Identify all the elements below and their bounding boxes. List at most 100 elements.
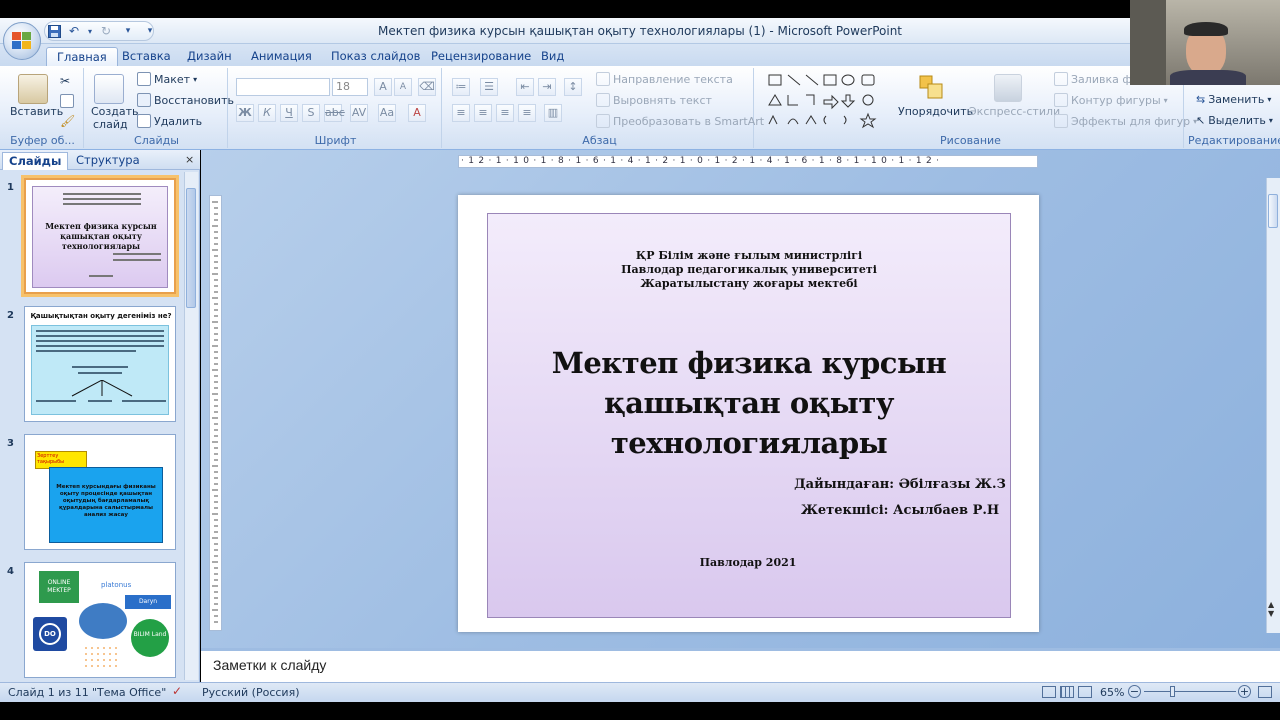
new-slide-button-line2[interactable]: слайд xyxy=(93,118,128,131)
align-center-icon[interactable]: ≡ xyxy=(474,104,492,122)
font-color-icon[interactable]: A xyxy=(408,104,426,122)
arrange-icon[interactable] xyxy=(918,74,946,102)
office-button[interactable] xyxy=(3,22,41,60)
format-painter-icon[interactable]: 🖌 xyxy=(60,114,75,128)
columns-icon[interactable]: ▥ xyxy=(544,104,562,122)
tab-outline[interactable]: Структура xyxy=(70,152,146,170)
tab-animation[interactable]: Анимация xyxy=(241,47,322,66)
cut-icon[interactable]: ✂ xyxy=(60,74,70,88)
qat-dropdown-icon[interactable]: ▾ xyxy=(118,23,138,39)
bullets-icon[interactable]: ≔ xyxy=(452,78,470,96)
new-slide-icon[interactable] xyxy=(94,74,124,104)
close-pane-icon[interactable]: × xyxy=(185,153,194,166)
tab-slideshow[interactable]: Показ слайдов xyxy=(321,47,430,66)
thumb-number: 3 xyxy=(7,438,14,449)
slide-city-year[interactable]: Павлодар 2021 xyxy=(680,556,816,569)
notes-pane[interactable] xyxy=(201,648,1280,682)
slide-thumbnail-1[interactable]: Мектеп физика курсын қашықтан оқыту техно… xyxy=(24,178,176,294)
clear-format-icon[interactable]: ⌫ xyxy=(418,78,436,96)
quick-styles-icon[interactable] xyxy=(994,74,1022,102)
align-right-icon[interactable]: ≡ xyxy=(496,104,514,122)
line-spacing-icon[interactable]: ↕ xyxy=(564,78,582,96)
shape-effects-button[interactable]: Эффекты для фигур ▾ xyxy=(1054,114,1197,128)
align-left-icon[interactable]: ≡ xyxy=(452,104,470,122)
save-icon[interactable] xyxy=(46,23,62,39)
underline-icon[interactable]: Ч xyxy=(280,104,298,122)
grow-font-icon[interactable]: A xyxy=(374,78,392,96)
redo-icon[interactable]: ↻ xyxy=(98,23,114,39)
smartart-button[interactable]: Преобразовать в SmartArt xyxy=(596,114,764,128)
delete-button[interactable]: Удалить xyxy=(137,114,202,128)
tab-review[interactable]: Рецензирование xyxy=(421,47,541,66)
text-direction-button[interactable]: Направление текста xyxy=(596,72,733,86)
numbering-icon[interactable]: ☰ xyxy=(480,78,498,96)
font-name-combo[interactable] xyxy=(236,78,330,96)
tab-slides[interactable]: Слайды xyxy=(2,152,69,170)
editor-vertical-scrollbar[interactable]: ▲ ▼ xyxy=(1266,178,1280,633)
status-theme[interactable]: "Тема Office" xyxy=(92,686,166,699)
zoom-out-icon[interactable]: − xyxy=(1128,685,1141,698)
status-language[interactable]: Русский (Россия) xyxy=(202,686,300,699)
shadow-icon[interactable]: S xyxy=(302,104,320,122)
replace-button[interactable]: ⇆ Заменить ▾ xyxy=(1196,93,1271,106)
bold-icon[interactable]: Ж xyxy=(236,104,254,122)
text-direction-label: Направление текста xyxy=(613,72,733,86)
tab-insert[interactable]: Вставка xyxy=(112,47,181,66)
slide-thumbnail-3[interactable]: Зерттеу тақырыбы Мектеп курсындағы физик… xyxy=(24,434,176,550)
editor-scroll-thumb[interactable] xyxy=(1268,194,1278,228)
zoom-level[interactable]: 65% xyxy=(1100,686,1124,699)
slideshow-view-icon[interactable] xyxy=(1078,686,1092,698)
italic-icon[interactable]: К xyxy=(258,104,276,122)
font-size-combo[interactable]: 18 xyxy=(332,78,368,96)
slide-title[interactable]: Мектеп физика курсын қашықтан оқыту техн… xyxy=(487,343,1011,463)
shape-outline-label: Контур фигуры xyxy=(1071,93,1161,107)
undo-dropdown-icon[interactable]: ▾ xyxy=(86,23,94,39)
reset-button[interactable]: Восстановить xyxy=(137,93,234,107)
arrange-button[interactable]: Упорядочить xyxy=(898,105,973,118)
char-spacing-icon[interactable]: AV xyxy=(350,104,368,122)
justify-icon[interactable]: ≡ xyxy=(518,104,536,122)
increase-indent-icon[interactable]: ⇥ xyxy=(538,78,556,96)
shape-fill-label: Заливка фи xyxy=(1071,72,1139,86)
shape-fill-button[interactable]: Заливка фи xyxy=(1054,72,1139,86)
slide-header[interactable]: ҚР Білім және ғылым министрлігі Павлодар… xyxy=(487,249,1011,291)
paste-button[interactable]: Вставить xyxy=(10,105,63,118)
sorter-view-icon[interactable] xyxy=(1060,686,1074,698)
fit-slide-icon[interactable] xyxy=(1258,686,1272,698)
slide-authors[interactable]: Дайындаған: Әбілғазы Ж.З Жетекшісі: Асыл… xyxy=(790,472,1010,524)
shape-outline-button[interactable]: Контур фигуры ▾ xyxy=(1054,93,1168,107)
spellcheck-icon[interactable]: ✓ xyxy=(172,684,182,698)
thumb2-line xyxy=(88,400,112,402)
shrink-font-icon[interactable]: A xyxy=(394,78,412,96)
thumb2-line xyxy=(72,366,128,368)
slide-thumbnail-2[interactable]: Қашықтықтан оқыту дегеніміз не? xyxy=(24,306,176,422)
change-case-icon[interactable]: Aa xyxy=(378,104,396,122)
shapes-gallery-icon[interactable] xyxy=(766,72,892,130)
slide-header-line1: ҚР Білім және ғылым министрлігі xyxy=(635,249,863,262)
replace-icon: ⇆ xyxy=(1196,93,1206,106)
paste-icon[interactable] xyxy=(18,74,48,104)
align-text-button[interactable]: Выровнять текст xyxy=(596,93,712,107)
layout-button[interactable]: Макет ▾ xyxy=(137,72,197,86)
tab-view[interactable]: Вид xyxy=(531,47,574,66)
tab-design[interactable]: Дизайн xyxy=(177,47,242,66)
customize-qat-icon[interactable]: ▾ xyxy=(142,23,158,39)
new-slide-button-line1[interactable]: Создать xyxy=(91,105,139,118)
prev-next-slide-icon[interactable]: ▲ ▼ xyxy=(1268,600,1274,618)
strikethrough-icon[interactable]: abc xyxy=(324,104,345,122)
zoom-in-icon[interactable]: + xyxy=(1238,685,1251,698)
slide-thumbnail-4[interactable]: ONLINE MEKTEP platonus Daryn DO BILIM La… xyxy=(24,562,176,678)
zoom-slider-thumb[interactable] xyxy=(1170,686,1175,697)
copy-icon[interactable] xyxy=(60,94,74,108)
thumb2-line xyxy=(36,330,164,332)
quick-styles-button[interactable]: Экспресс-стили xyxy=(969,105,1060,118)
decrease-indent-icon[interactable]: ⇤ xyxy=(516,78,534,96)
normal-view-icon[interactable] xyxy=(1042,686,1056,698)
notes-placeholder[interactable]: Заметки к слайду xyxy=(213,657,326,673)
thumbnails-scroll-thumb[interactable] xyxy=(186,188,196,308)
undo-icon[interactable]: ↶ xyxy=(66,23,82,39)
zoom-slider-track[interactable] xyxy=(1144,691,1236,692)
tab-home[interactable]: Главная xyxy=(46,47,118,66)
select-button[interactable]: ↖ Выделить ▾ xyxy=(1196,114,1273,127)
do-logo: DO xyxy=(33,617,67,651)
